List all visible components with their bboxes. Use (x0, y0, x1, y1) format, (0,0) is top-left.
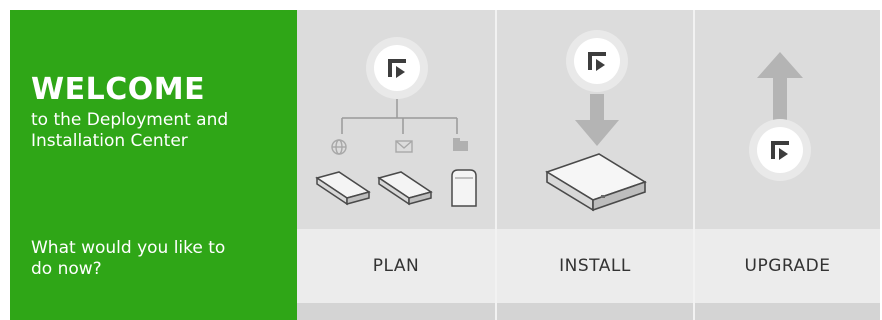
welcome-question: What would you like to do now? (31, 238, 281, 280)
welcome-question-line2: do now? (31, 259, 102, 279)
mail-icon (395, 140, 413, 153)
logo-icon (749, 119, 811, 181)
arrow-down-icon (575, 94, 619, 146)
upgrade-label: UPGRADE (744, 256, 831, 276)
welcome-subtitle-line1: to the Deployment and (31, 110, 229, 130)
plan-option[interactable]: PLAN (297, 10, 495, 320)
plan-footer-strip (297, 303, 495, 320)
connector-lines (341, 99, 458, 134)
welcome-subtitle: to the Deployment and Installation Cente… (31, 110, 281, 152)
upgrade-label-area[interactable]: UPGRADE (695, 229, 880, 303)
arrow-up-icon (757, 52, 803, 130)
upgrade-illustration (749, 52, 811, 181)
install-label: INSTALL (559, 256, 631, 276)
deployment-center: WELCOME to the Deployment and Installati… (10, 10, 880, 320)
welcome-title: WELCOME (31, 72, 206, 107)
welcome-question-line1: What would you like to (31, 238, 226, 258)
install-footer-strip (497, 303, 693, 320)
welcome-panel: WELCOME to the Deployment and Installati… (10, 10, 297, 320)
install-illustration (545, 30, 647, 212)
plan-label-area[interactable]: PLAN (297, 229, 495, 303)
globe-icon (331, 139, 347, 155)
folder-icon (453, 138, 468, 151)
appliance-icon (377, 171, 433, 206)
logo-icon (566, 30, 628, 92)
plan-illustration (315, 37, 477, 207)
server-tower-icon (451, 169, 477, 207)
welcome-subtitle-line2: Installation Center (31, 131, 188, 151)
appliance-icon (315, 171, 371, 206)
upgrade-option[interactable]: UPGRADE (695, 10, 880, 320)
logo-icon (366, 37, 428, 99)
install-option[interactable]: INSTALL (497, 10, 693, 320)
appliance-icon (545, 153, 647, 212)
install-label-area[interactable]: INSTALL (497, 229, 693, 303)
upgrade-footer-strip (695, 303, 880, 320)
plan-label: PLAN (372, 256, 420, 276)
